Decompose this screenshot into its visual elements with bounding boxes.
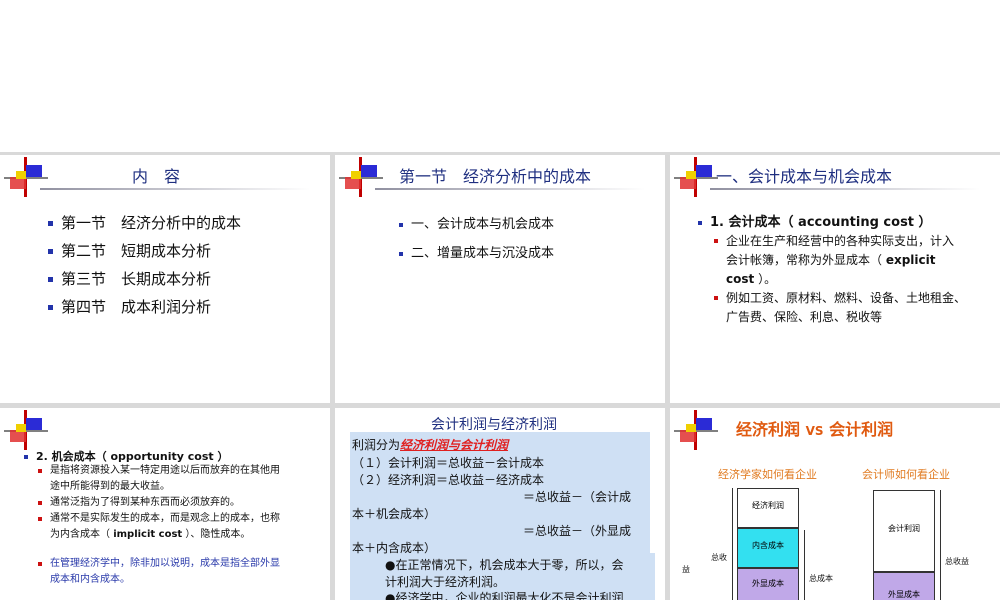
bullet-icon: [48, 221, 53, 226]
slide-title: 经济利润 VS 会计利润: [736, 420, 894, 439]
sub-item: 是指将资源投入某一特定用途以后而放弃的在其他用 途中所能得到的最大收益。: [38, 463, 320, 495]
text-line: 本＋机会成本）: [352, 507, 437, 521]
slide-thumbnail-econ-vs-acct[interactable]: 经济利润 VS 会计利润 经济学家如何看企业 会计师如何看企业 经济利润 内含成…: [670, 408, 1000, 600]
bullet-icon: [698, 220, 702, 225]
bracket: [804, 530, 805, 600]
slide-title: 内 容: [132, 167, 181, 186]
acct-profit-block: 会计利润: [873, 490, 935, 572]
sub-item: 例如工资、原材料、燃料、设备、土地租金、 广告费、保险、利息、税收等: [714, 289, 996, 327]
bullet-icon: [48, 249, 53, 254]
red-bullet-icon: [714, 239, 718, 243]
implicit-cost-block: 内含成本: [737, 528, 799, 568]
list-item: 一、会计成本与机会成本: [399, 213, 554, 232]
title-rule: [375, 188, 645, 190]
text-line: 计利润大于经济利润。: [385, 575, 506, 589]
note-item: 在管理经济学中，除非加以说明，成本是指全部外显 成本和内含成本。: [38, 556, 320, 588]
slide-title: 会计利润与经济利润: [431, 417, 557, 433]
list-item: 2. 机会成本（ opportunity cost ）: [24, 448, 228, 464]
explicit-cost-block: 外显成本: [737, 568, 799, 600]
text-line: （２）经济利润＝总收益－经济成本: [352, 473, 545, 487]
slide-thumbnail-section1[interactable]: 第一节 经济分析中的成本 一、会计成本与机会成本 二、增量成本与沉没成本: [335, 155, 665, 403]
title-rule: [40, 188, 310, 190]
text-line: 本＋内含成本）: [352, 541, 437, 555]
total-revenue-label: 总收益: [945, 557, 969, 566]
corner-logo-icon: [674, 157, 718, 197]
text-line: ●经济学中，企业的利润最大化不是会计利润: [385, 591, 624, 600]
right-caption: 会计师如何看企业: [862, 468, 950, 481]
sub-item: 企业在生产和经营中的各种实际支出，计入 会计帐簿，常称为外显成本（ explic…: [714, 232, 996, 289]
bullet-icon: [399, 251, 403, 256]
red-bullet-icon: [38, 501, 42, 505]
text-line: ＝总收益－（外显成: [523, 524, 632, 538]
total-revenue-label-2: 益: [682, 565, 690, 574]
red-bullet-icon: [714, 296, 718, 300]
slide-thumbnail-contents[interactable]: 内 容 第一节 经济分析中的成本 第二节 短期成本分析 第三节 长期成本分析 第…: [0, 155, 330, 403]
slide-title: 第一节 经济分析中的成本: [399, 167, 592, 186]
slide-thumbnail-profit[interactable]: 会计利润与经济利润 利润分为经济利润与会计利润 （１）会计利润＝总收益－会计成本…: [335, 408, 665, 600]
slide-thumbnail-accounting-cost[interactable]: 一、会计成本与机会成本 1. 会计成本（ accounting cost ） 企…: [670, 155, 1000, 403]
slide-thumbnail-opportunity-cost[interactable]: 2. 机会成本（ opportunity cost ） 是指将资源投入某一特定用…: [0, 408, 330, 600]
text-line: 利润分为经济利润与会计利润: [352, 438, 509, 452]
list-item: 第一节 经济分析中的成本: [48, 212, 241, 233]
corner-logo-icon: [4, 410, 48, 450]
left-caption: 经济学家如何看企业: [718, 468, 817, 481]
text-line: （１）会计利润＝总收益－会计成本: [352, 456, 545, 470]
bracket: [732, 488, 733, 600]
bullet-icon: [399, 222, 403, 227]
red-bullet-icon: [38, 469, 42, 473]
bullet-icon: [24, 455, 28, 459]
list-item: 1. 会计成本（ accounting cost ）: [698, 211, 932, 230]
text-line: ＝总收益－（会计成: [523, 490, 632, 504]
corner-logo-icon: [4, 157, 48, 197]
red-bullet-icon: [38, 562, 42, 566]
sub-item: 通常泛指为了得到某种东西而必须放弃的。: [38, 495, 320, 511]
slide-title: 一、会计成本与机会成本: [716, 167, 893, 186]
econ-profit-block: 经济利润: [737, 488, 799, 528]
text-line: ●在正常情况下，机会成本大于零，所以，会: [385, 558, 624, 572]
list-item: 第四节 成本利润分析: [48, 296, 211, 317]
corner-logo-icon: [674, 410, 718, 450]
title-rule: [710, 188, 980, 190]
bullet-icon: [48, 305, 53, 310]
list-item: 第三节 长期成本分析: [48, 268, 211, 289]
total-revenue-label: 总收: [711, 553, 727, 562]
bracket: [940, 490, 941, 600]
list-item: 二、增量成本与沉没成本: [399, 242, 554, 261]
explicit-cost-block: 外显成本: [873, 572, 935, 600]
bullet-icon: [48, 277, 53, 282]
sub-item: 通常不是实际发生的成本，而是观念上的成本，也称 为内含成本（ implicit c…: [38, 511, 320, 543]
total-cost-label: 总成本: [809, 574, 833, 583]
red-bullet-icon: [38, 517, 42, 521]
list-item: 第二节 短期成本分析: [48, 240, 211, 261]
corner-logo-icon: [339, 157, 383, 197]
